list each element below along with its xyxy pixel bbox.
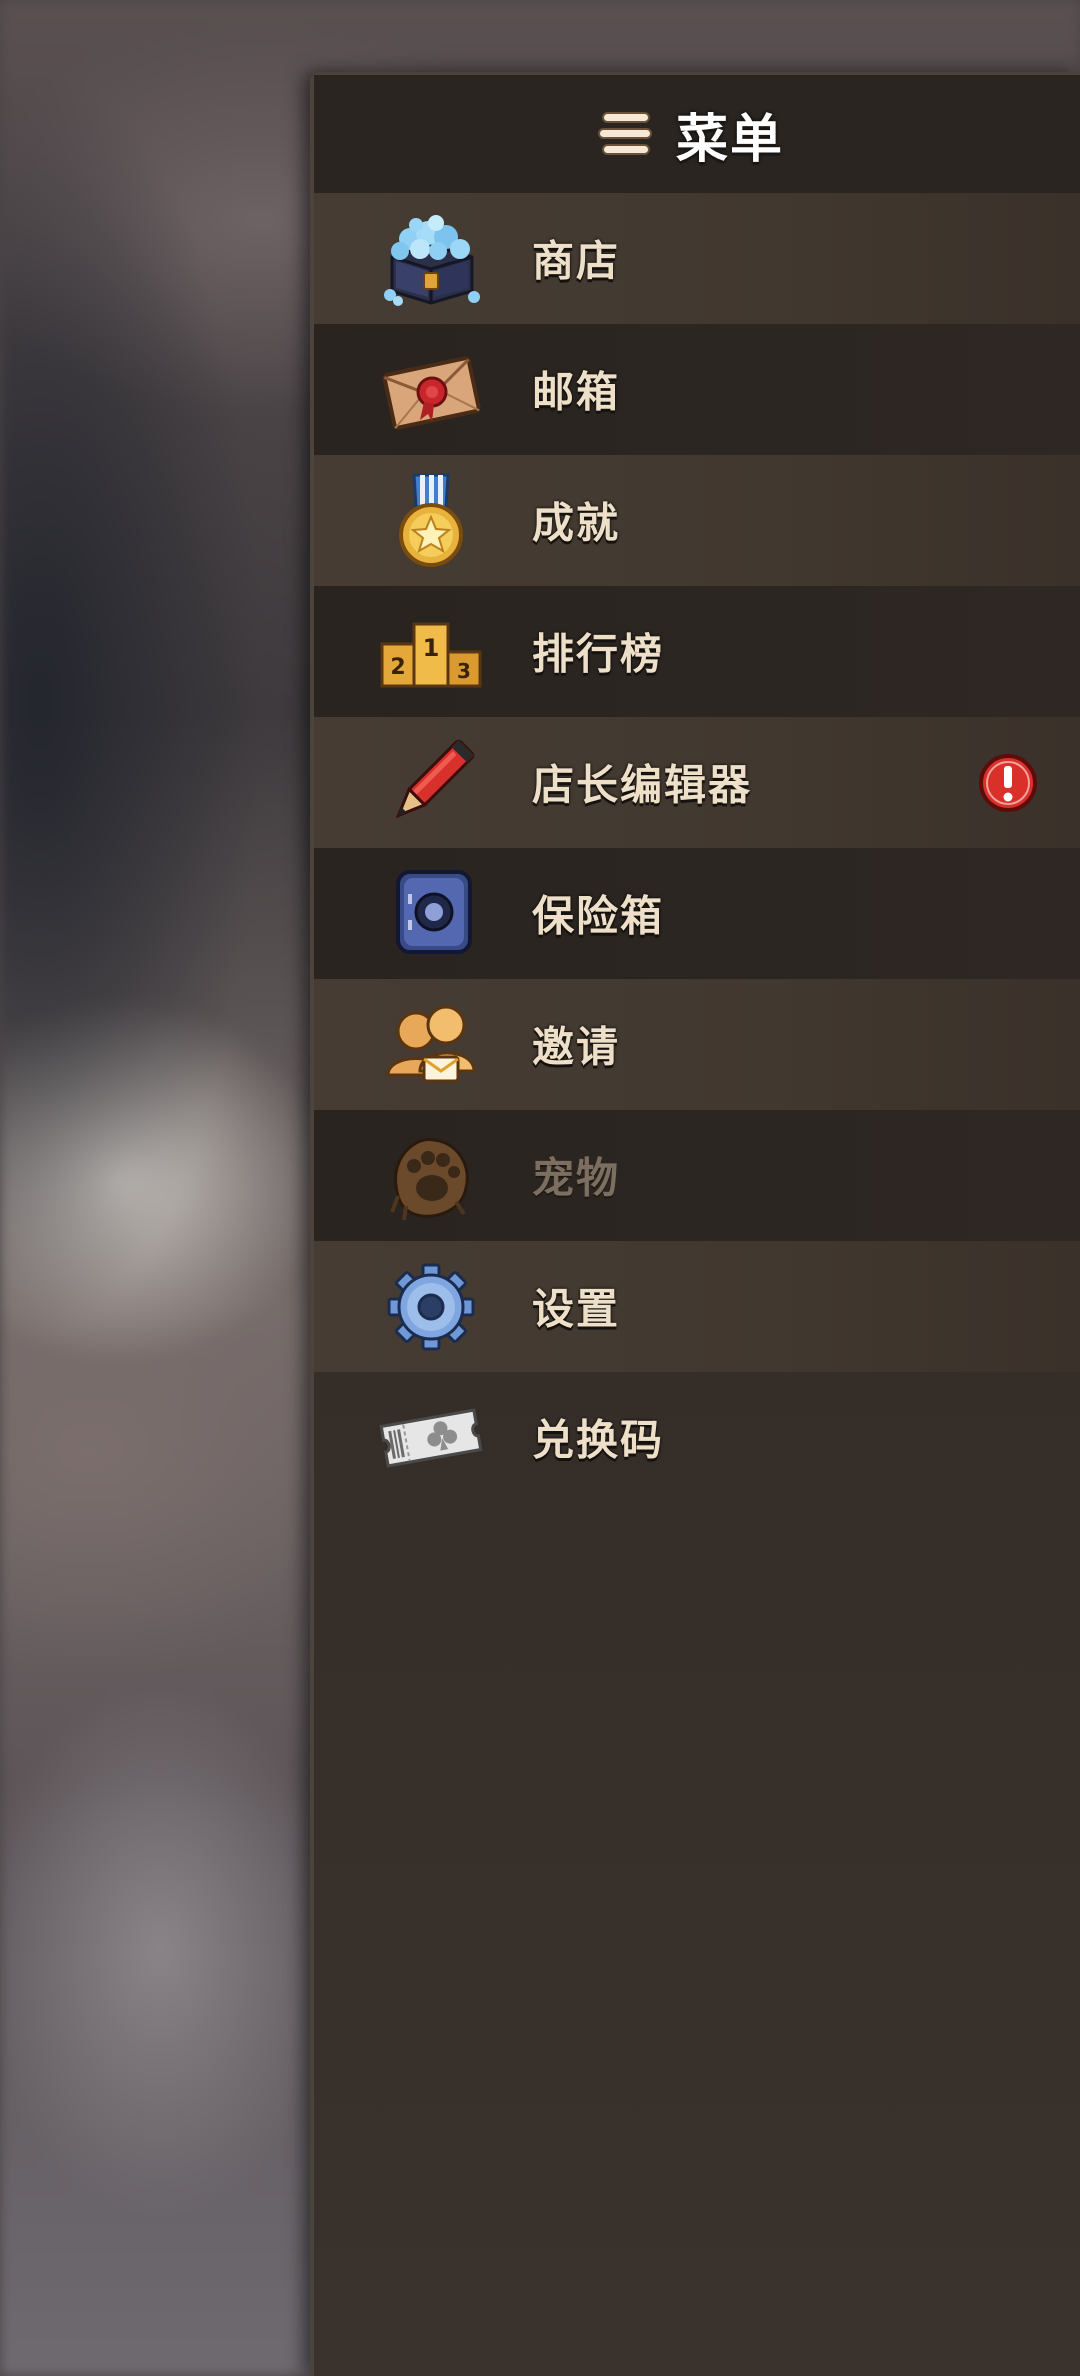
menu-item-settings[interactable]: 设置 — [314, 1241, 1080, 1372]
hamburger-menu-icon[interactable] — [599, 114, 650, 154]
menu-panel: 菜单 商店 邮箱 成就 2 1 3 排行榜 店长编辑器 保险箱 邀请 宠物 设置… — [310, 72, 1080, 2376]
menu-item-shop[interactable]: 商店 — [314, 193, 1080, 324]
menu-item-mailbox[interactable]: 邮箱 — [314, 324, 1080, 455]
pencil-icon — [376, 733, 486, 833]
friends-invite-icon — [376, 995, 486, 1095]
menu-item-label: 保险箱 — [532, 890, 665, 940]
menu-item-label: 排行榜 — [532, 628, 665, 678]
menu-item-achievements[interactable]: 成就 — [314, 455, 1080, 586]
menu-item-label: 店长编辑器 — [532, 759, 753, 809]
menu-item-label: 商店 — [532, 235, 621, 285]
alert-badge-icon — [978, 753, 1038, 813]
menu-item-leaderboard[interactable]: 2 1 3 排行榜 — [314, 586, 1080, 717]
menu-item-label: 宠物 — [532, 1152, 621, 1202]
menu-item-safe[interactable]: 保险箱 — [314, 848, 1080, 979]
svg-text:3: 3 — [457, 659, 471, 683]
menu-item-label: 成就 — [532, 497, 621, 547]
menu-header: 菜单 — [314, 75, 1080, 193]
menu-title: 菜单 — [675, 109, 784, 170]
menu-item-redeem-code[interactable]: 兑换码 — [314, 1372, 1080, 1503]
svg-text:1: 1 — [423, 634, 440, 662]
safe-icon — [376, 864, 486, 964]
paw-icon — [376, 1126, 486, 1226]
menu-item-label: 邮箱 — [532, 366, 621, 416]
menu-item-label: 兑换码 — [532, 1414, 665, 1464]
menu-item-pets[interactable]: 宠物 — [314, 1110, 1080, 1241]
menu-item-shop-editor[interactable]: 店长编辑器 — [314, 717, 1080, 848]
sealed-letter-icon — [376, 340, 486, 440]
ticket-icon — [376, 1388, 486, 1488]
gear-icon — [376, 1257, 486, 1357]
podium-icon: 2 1 3 — [376, 602, 486, 702]
menu-list: 商店 邮箱 成就 2 1 3 排行榜 店长编辑器 保险箱 邀请 宠物 设置 兑换… — [314, 193, 1080, 1503]
menu-item-label: 邀请 — [532, 1021, 621, 1071]
gem-chest-icon — [376, 209, 486, 309]
svg-text:2: 2 — [390, 655, 405, 680]
menu-item-invite[interactable]: 邀请 — [314, 979, 1080, 1110]
medal-icon — [376, 471, 486, 571]
menu-item-label: 设置 — [532, 1283, 621, 1333]
